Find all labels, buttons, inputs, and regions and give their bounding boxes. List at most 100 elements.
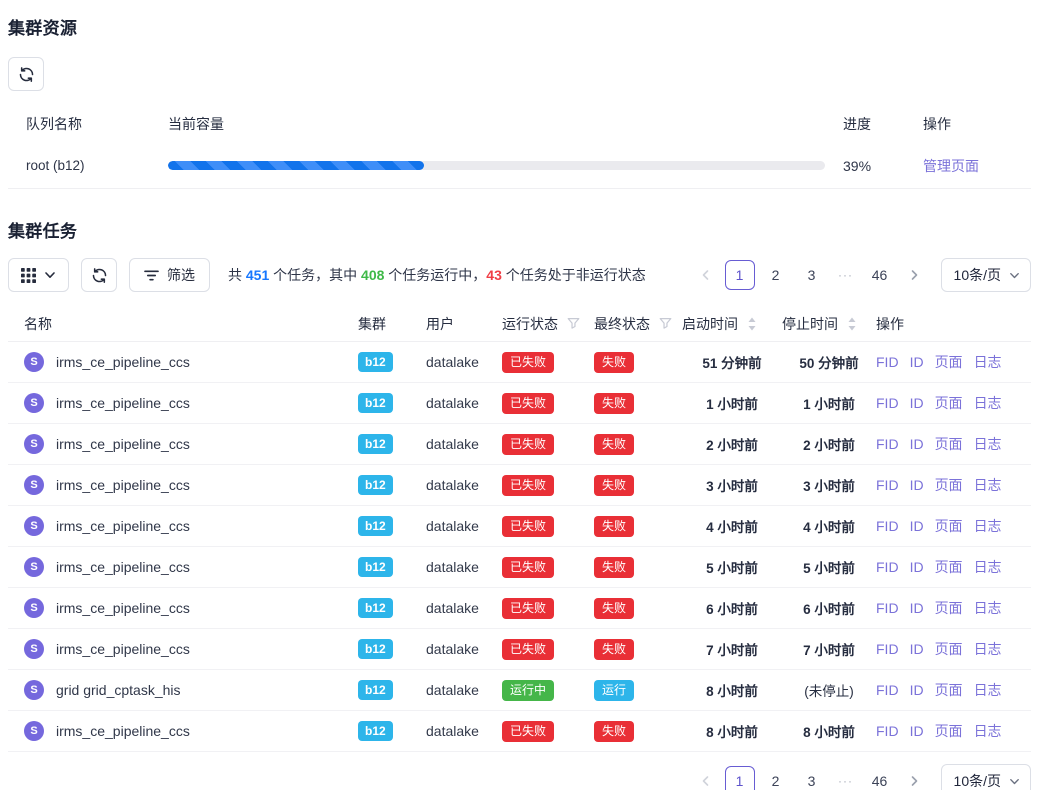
fid-link[interactable]: FID bbox=[876, 682, 899, 698]
page-size-label: 10条/页 bbox=[954, 265, 1001, 285]
fid-link[interactable]: FID bbox=[876, 436, 899, 452]
run-status-badge: 运行中 bbox=[502, 680, 554, 701]
tasks-refresh-button[interactable] bbox=[81, 258, 117, 292]
final-status-badge: 失败 bbox=[594, 434, 634, 455]
grid-icon bbox=[21, 268, 36, 283]
chevron-down-icon bbox=[1009, 776, 1020, 787]
name-header: 名称 bbox=[8, 314, 358, 334]
log-link[interactable]: 日志 bbox=[974, 352, 1002, 372]
fid-link[interactable]: FID bbox=[876, 723, 899, 739]
page-button-3[interactable]: 3 bbox=[797, 766, 827, 790]
log-link[interactable]: 日志 bbox=[974, 639, 1002, 659]
page-link[interactable]: 页面 bbox=[935, 639, 963, 659]
filter-button[interactable]: 筛选 bbox=[129, 258, 210, 292]
fid-link[interactable]: FID bbox=[876, 395, 899, 411]
page-link[interactable]: 页面 bbox=[935, 352, 963, 372]
prev-page-button[interactable] bbox=[693, 260, 719, 290]
task-name: grid grid_cptask_his bbox=[56, 682, 181, 698]
run-status-header: 运行状态 bbox=[502, 314, 594, 334]
task-table-body: S irms_ce_pipeline_ccs b12 datalake 已失败 … bbox=[8, 342, 1031, 752]
page-button-1[interactable]: 1 bbox=[725, 260, 755, 290]
log-link[interactable]: 日志 bbox=[974, 393, 1002, 413]
id-link[interactable]: ID bbox=[910, 600, 924, 616]
non-running-count: 43 bbox=[486, 267, 502, 283]
page-button-46[interactable]: 46 bbox=[865, 766, 895, 790]
resources-action-header: 操作 bbox=[923, 114, 1021, 134]
sort-icon[interactable] bbox=[847, 317, 857, 331]
pagination-ellipsis[interactable]: ··· bbox=[833, 774, 859, 788]
manage-page-link[interactable]: 管理页面 bbox=[923, 156, 1021, 176]
run-status-header-label: 运行状态 bbox=[502, 314, 558, 334]
funnel-filter-icon[interactable] bbox=[659, 317, 672, 330]
task-name: irms_ce_pipeline_ccs bbox=[56, 559, 190, 575]
fid-link[interactable]: FID bbox=[876, 600, 899, 616]
capacity-progress-bar bbox=[168, 161, 825, 170]
table-row: S irms_ce_pipeline_ccs b12 datalake 已失败 … bbox=[8, 547, 1031, 588]
column-settings-button[interactable] bbox=[8, 258, 69, 292]
page-button-46[interactable]: 46 bbox=[865, 260, 895, 290]
page-link[interactable]: 页面 bbox=[935, 434, 963, 454]
chevron-down-icon bbox=[1009, 270, 1020, 281]
tasks-table-footer: 1 2 3 ··· 46 10条/页 bbox=[8, 764, 1031, 790]
page-button-3[interactable]: 3 bbox=[797, 260, 827, 290]
sort-icon[interactable] bbox=[747, 317, 757, 331]
page-size-select[interactable]: 10条/页 bbox=[941, 764, 1031, 790]
resources-table-header: 队列名称 当前容量 进度 操作 bbox=[8, 105, 1031, 143]
page-link[interactable]: 页面 bbox=[935, 516, 963, 536]
fid-link[interactable]: FID bbox=[876, 559, 899, 575]
id-link[interactable]: ID bbox=[910, 354, 924, 370]
id-link[interactable]: ID bbox=[910, 682, 924, 698]
table-row: S irms_ce_pipeline_ccs b12 datalake 已失败 … bbox=[8, 588, 1031, 629]
fid-link[interactable]: FID bbox=[876, 354, 899, 370]
log-link[interactable]: 日志 bbox=[974, 598, 1002, 618]
fid-link[interactable]: FID bbox=[876, 641, 899, 657]
funnel-filter-icon[interactable] bbox=[567, 317, 580, 330]
cluster-resources-section: 集群资源 队列名称 当前容量 进度 操作 bbox=[8, 14, 1031, 189]
cluster-badge: b12 bbox=[358, 516, 393, 536]
stop-time-header-label: 停止时间 bbox=[782, 314, 838, 334]
refresh-icon bbox=[18, 66, 35, 83]
log-link[interactable]: 日志 bbox=[974, 516, 1002, 536]
page-link[interactable]: 页面 bbox=[935, 721, 963, 741]
page-link[interactable]: 页面 bbox=[935, 393, 963, 413]
id-link[interactable]: ID bbox=[910, 518, 924, 534]
log-link[interactable]: 日志 bbox=[974, 680, 1002, 700]
fid-link[interactable]: FID bbox=[876, 477, 899, 493]
user-name: datalake bbox=[426, 600, 502, 616]
resources-refresh-button[interactable] bbox=[8, 57, 44, 91]
page-size-select[interactable]: 10条/页 bbox=[941, 258, 1031, 292]
page-link[interactable]: 页面 bbox=[935, 557, 963, 577]
log-link[interactable]: 日志 bbox=[974, 557, 1002, 577]
next-page-button[interactable] bbox=[901, 260, 927, 290]
run-status-badge: 已失败 bbox=[502, 639, 554, 660]
log-link[interactable]: 日志 bbox=[974, 434, 1002, 454]
id-link[interactable]: ID bbox=[910, 477, 924, 493]
id-link[interactable]: ID bbox=[910, 436, 924, 452]
start-time-header-label: 启动时间 bbox=[682, 314, 738, 334]
id-link[interactable]: ID bbox=[910, 559, 924, 575]
id-link[interactable]: ID bbox=[910, 641, 924, 657]
run-status-badge: 已失败 bbox=[502, 516, 554, 537]
page-button-2[interactable]: 2 bbox=[761, 260, 791, 290]
task-name: irms_ce_pipeline_ccs bbox=[56, 436, 190, 452]
page-link[interactable]: 页面 bbox=[935, 680, 963, 700]
final-status-badge: 失败 bbox=[594, 598, 634, 619]
prev-page-button[interactable] bbox=[693, 766, 719, 790]
stop-time: 8 小时前 bbox=[782, 721, 876, 741]
next-page-button[interactable] bbox=[901, 766, 927, 790]
id-link[interactable]: ID bbox=[910, 395, 924, 411]
log-link[interactable]: 日志 bbox=[974, 721, 1002, 741]
table-row: S irms_ce_pipeline_ccs b12 datalake 已失败 … bbox=[8, 506, 1031, 547]
page-button-1[interactable]: 1 bbox=[725, 766, 755, 790]
start-time: 6 小时前 bbox=[682, 598, 782, 618]
page-link[interactable]: 页面 bbox=[935, 598, 963, 618]
fid-link[interactable]: FID bbox=[876, 518, 899, 534]
chevron-left-icon bbox=[700, 775, 712, 787]
avatar: S bbox=[24, 434, 44, 454]
log-link[interactable]: 日志 bbox=[974, 475, 1002, 495]
id-link[interactable]: ID bbox=[910, 723, 924, 739]
page-link[interactable]: 页面 bbox=[935, 475, 963, 495]
pagination-ellipsis[interactable]: ··· bbox=[833, 268, 859, 282]
run-status-badge: 已失败 bbox=[502, 393, 554, 414]
page-button-2[interactable]: 2 bbox=[761, 766, 791, 790]
